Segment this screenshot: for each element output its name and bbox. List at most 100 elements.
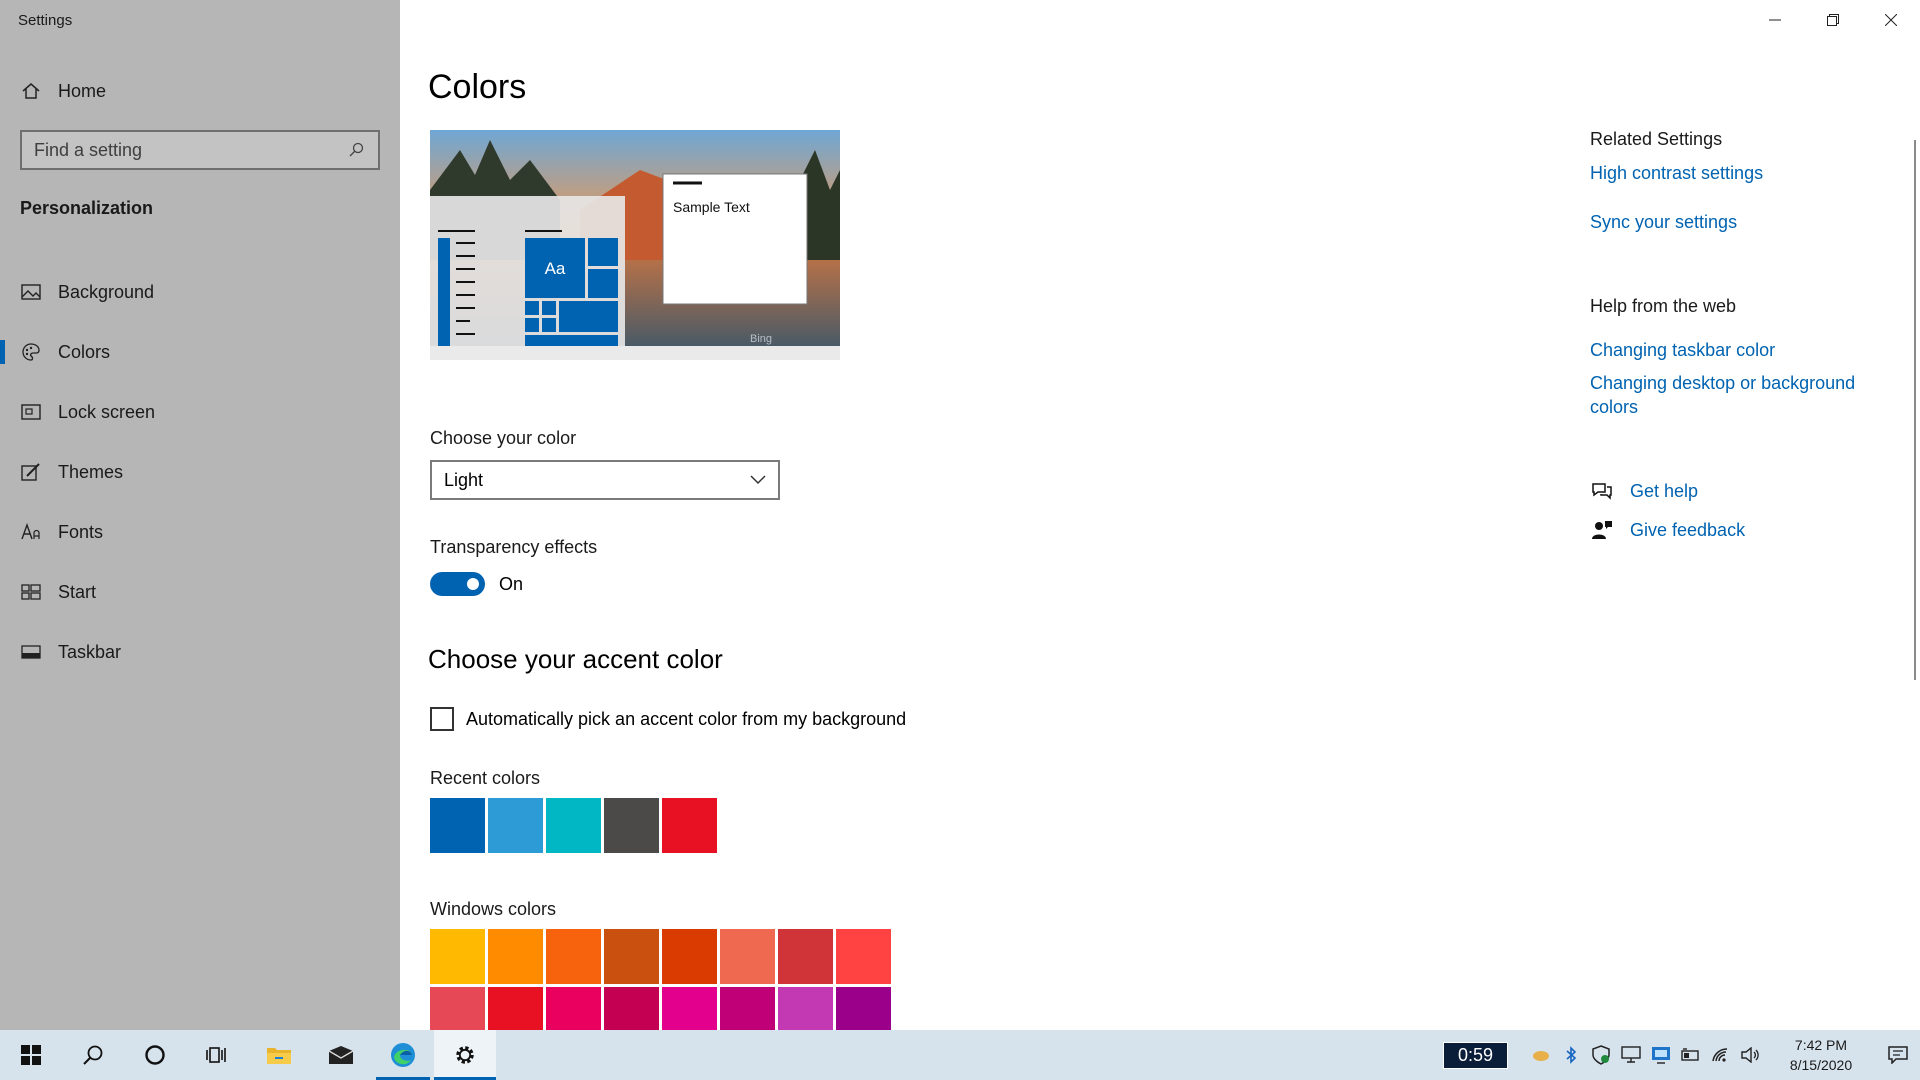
color-swatch[interactable] — [662, 929, 717, 984]
color-swatch[interactable] — [488, 929, 543, 984]
color-swatch[interactable] — [430, 987, 485, 1030]
sidebar: Settings Home Personalization Background… — [0, 0, 400, 1030]
scrollbar[interactable] — [1914, 140, 1916, 680]
sidebar-item-label: Lock screen — [58, 401, 156, 422]
color-swatch[interactable] — [546, 798, 601, 853]
bluetooth-button[interactable] — [1556, 1030, 1586, 1080]
minimize-icon — [1769, 19, 1781, 21]
task-view-button[interactable] — [186, 1030, 248, 1080]
auto-accent-label: Automatically pick an accent color from … — [466, 708, 907, 729]
recent-colors-row — [430, 798, 720, 853]
color-swatch[interactable] — [604, 798, 659, 853]
taskbar-search-button[interactable] — [62, 1030, 124, 1080]
sidebar-item-label: Background — [58, 281, 155, 302]
sidebar-item-label: Themes — [58, 461, 124, 482]
close-button[interactable] — [1862, 0, 1920, 40]
color-swatch[interactable] — [546, 929, 601, 984]
search-box[interactable] — [20, 130, 380, 170]
battery-button[interactable] — [1676, 1030, 1706, 1080]
auto-accent-option[interactable]: Automatically pick an accent color from … — [430, 707, 906, 731]
color-swatch[interactable] — [778, 987, 833, 1030]
color-swatch[interactable] — [720, 929, 775, 984]
get-help-link[interactable]: Get help — [1590, 479, 1698, 503]
windows-colors-label: Windows colors — [430, 899, 557, 919]
color-swatch[interactable] — [604, 987, 659, 1030]
timer-badge[interactable]: 0:59 — [1442, 1041, 1508, 1069]
network-device-button[interactable] — [1616, 1030, 1646, 1080]
close-icon — [1885, 14, 1897, 26]
restore-icon — [1827, 14, 1839, 26]
choose-color-dropdown[interactable]: Light — [430, 460, 780, 500]
taskbar-icon — [20, 641, 42, 663]
sidebar-item-taskbar[interactable]: Taskbar — [0, 622, 400, 682]
sidebar-item-lock-screen[interactable]: Lock screen — [0, 382, 400, 442]
sidebar-item-background[interactable]: Background — [0, 262, 400, 322]
system-tray: 0:59 7:42 PM 8/15/2020 — [1442, 1030, 1920, 1080]
related-settings-heading: Related Settings — [1590, 129, 1723, 149]
clock[interactable]: 7:42 PM 8/15/2020 — [1778, 1035, 1864, 1075]
brush-icon — [20, 461, 42, 483]
search-icon — [83, 1045, 103, 1065]
auto-accent-checkbox[interactable] — [430, 707, 454, 731]
app-title: Settings — [18, 12, 73, 29]
security-button[interactable] — [1586, 1030, 1616, 1080]
minimize-button[interactable] — [1746, 0, 1804, 40]
cortana-button[interactable] — [124, 1030, 186, 1080]
settings-taskbar-button[interactable] — [434, 1030, 496, 1080]
sidebar-item-themes[interactable]: Themes — [0, 442, 400, 502]
file-explorer-button[interactable] — [248, 1030, 310, 1080]
action-center-button[interactable] — [1876, 1030, 1920, 1080]
color-swatch[interactable] — [488, 798, 543, 853]
restore-button[interactable] — [1804, 0, 1862, 40]
color-swatch[interactable] — [604, 929, 659, 984]
windows-colors-row — [430, 987, 894, 1030]
sync-settings-link[interactable]: Sync your settings — [1590, 210, 1880, 234]
color-preview: Aa Sample Text Bing — [430, 130, 840, 360]
color-swatch[interactable] — [778, 929, 833, 984]
notification-icon — [1888, 1046, 1908, 1064]
give-feedback-link[interactable]: Give feedback — [1590, 518, 1745, 542]
start-button[interactable] — [0, 1030, 62, 1080]
page-title: Colors — [428, 68, 527, 106]
color-swatch[interactable] — [546, 987, 601, 1030]
color-swatch[interactable] — [430, 798, 485, 853]
display-settings-icon — [1652, 1047, 1670, 1064]
wifi-button[interactable] — [1706, 1030, 1736, 1080]
transparency-toggle[interactable] — [430, 572, 485, 596]
desktop-color-link[interactable]: Changing desktop or background colors — [1590, 371, 1880, 419]
picture-icon — [20, 281, 42, 303]
display-button[interactable] — [1646, 1030, 1676, 1080]
volume-button[interactable] — [1736, 1030, 1766, 1080]
folder-icon — [267, 1048, 291, 1064]
windows-colors-row — [430, 929, 894, 984]
color-swatch[interactable] — [662, 987, 717, 1030]
color-swatch[interactable] — [836, 987, 891, 1030]
color-swatch[interactable] — [488, 987, 543, 1030]
home-nav-item[interactable]: Home — [20, 76, 106, 106]
mail-button[interactable] — [310, 1030, 372, 1080]
search-input[interactable] — [34, 139, 346, 161]
sidebar-item-fonts[interactable]: Fonts — [0, 502, 400, 562]
color-swatch[interactable] — [836, 929, 891, 984]
taskbar-color-link[interactable]: Changing taskbar color — [1590, 338, 1880, 362]
feedback-icon — [1590, 518, 1614, 542]
taskbar: 0:59 7:42 PM 8/15/2020 — [0, 1030, 1920, 1080]
choose-color-value: Light — [444, 469, 484, 490]
sidebar-item-label: Fonts — [58, 521, 104, 542]
sidebar-item-colors[interactable]: Colors — [0, 322, 400, 382]
high-contrast-link[interactable]: High contrast settings — [1590, 161, 1880, 185]
cloud-app-icon — [1533, 1051, 1549, 1061]
clock-time: 7:42 PM — [1794, 1037, 1848, 1053]
color-swatch[interactable] — [720, 987, 775, 1030]
bing-watermark: Bing — [750, 333, 772, 345]
sidebar-item-start[interactable]: Start — [0, 562, 400, 622]
tray-app-icon[interactable] — [1526, 1030, 1556, 1080]
tile-text: Aa — [545, 259, 566, 278]
color-swatch[interactable] — [662, 798, 717, 853]
color-swatch[interactable] — [430, 929, 485, 984]
edge-button[interactable] — [372, 1030, 434, 1080]
chat-help-icon — [1590, 479, 1614, 503]
search-icon[interactable] — [346, 140, 366, 160]
home-label: Home — [58, 80, 107, 101]
cortana-icon — [145, 1045, 165, 1065]
